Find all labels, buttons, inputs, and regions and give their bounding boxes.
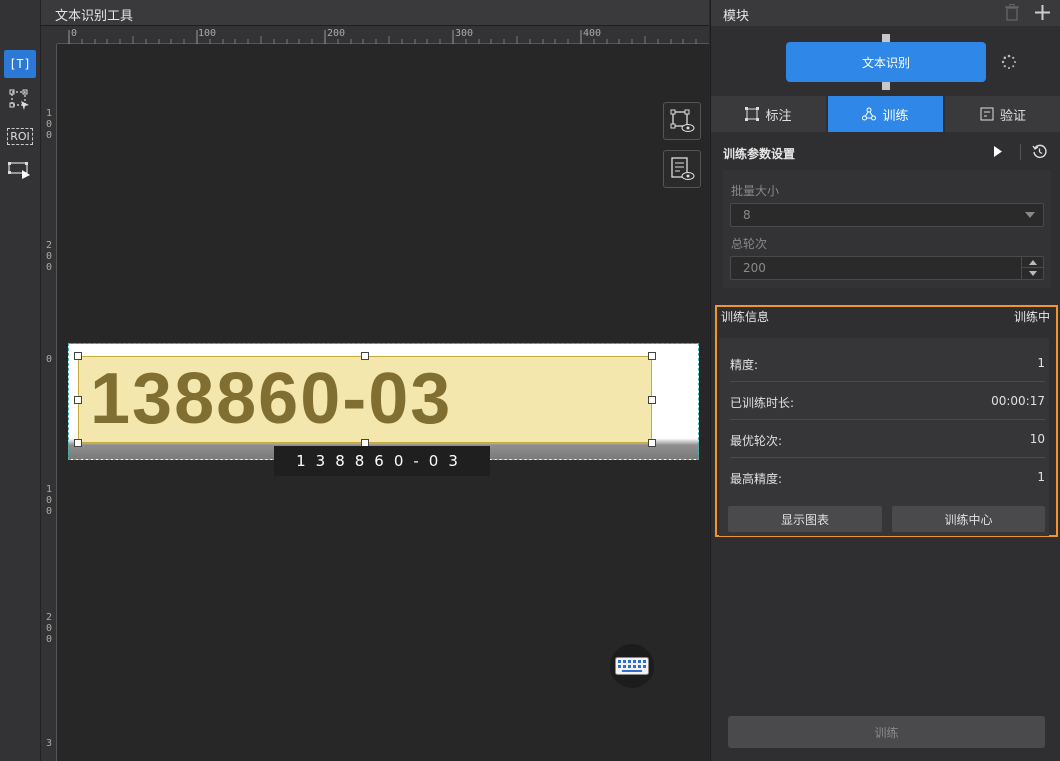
accuracy-value: 1 [1037,356,1045,370]
left-toolbar: [T] ROI [0,0,41,761]
info-row-best-accuracy: 最高精度: 1 [730,458,1045,496]
ruler-label-v: 100 [45,108,53,141]
resize-handle[interactable] [74,439,82,447]
module-button[interactable]: 文本识别 [786,42,986,82]
resize-handle[interactable] [361,352,369,360]
play-icon[interactable] [993,145,1003,158]
epochs-stepper[interactable] [1021,257,1043,279]
result-view-icon [671,157,695,180]
tab-annotate-label: 标注 [765,108,792,124]
resize-handle[interactable] [648,439,656,447]
add-icon[interactable] [1034,4,1051,21]
annotation-view-icon [670,109,695,132]
batch-size-select[interactable]: 8 [730,203,1044,227]
ruler-label-v: 0 [45,354,53,365]
best-epoch-label: 最优轮次: [730,434,783,448]
duration-label: 已训练时长: [730,396,795,410]
trash-icon[interactable] [1004,4,1020,21]
canvas-header: 文本识别工具 [41,0,709,26]
panel-tabs: 标注 训练 验证 [711,96,1060,132]
chevron-down-icon [1025,212,1035,218]
epochs-value: 200 [743,261,766,275]
annotation-view-button[interactable] [663,102,701,140]
tab-validate-label: 验证 [999,108,1026,124]
best-epoch-value: 10 [1029,432,1045,446]
accuracy-label: 精度: [730,358,759,372]
resize-handle[interactable] [648,396,656,404]
info-row-best-epoch: 最优轮次: 10 [730,420,1045,458]
annotate-icon [745,107,760,121]
ruler-left: 100 200 0 100 200 3 [41,44,57,761]
train-button[interactable]: 训练 [728,716,1045,748]
info-row-accuracy: 精度: 1 [730,344,1045,382]
module-connector-bottom [882,82,890,90]
polygon-tool-button[interactable] [4,86,36,114]
ruler-top-ticks [68,30,697,44]
panel-title: 模块 [723,9,750,24]
ocr-image-text: 138860-03 [90,359,453,439]
polygon-tool-icon [9,89,29,110]
train-icon [862,107,877,121]
panel-header: 模块 [711,0,1060,26]
right-panel: 模块 文本识别 标注 训练 验证 训练参数设置 批量大小 8 总轮次 200 训… [710,0,1060,761]
text-tool-icon: [T] [9,57,31,71]
best-accuracy-value: 1 [1037,470,1045,484]
roi-tool-icon: ROI [7,127,33,145]
canvas-title: 文本识别工具 [55,9,134,24]
loading-spinner-icon [1001,54,1016,69]
tab-annotate[interactable]: 标注 [711,96,826,132]
ruler-label-v: 200 [45,240,53,273]
run-tool-icon [8,162,30,179]
module-connector-top [882,34,890,42]
ruler-top: 0 100 200 300 400 [57,26,709,44]
ocr-result-label: 138860-03 [274,446,490,476]
ruler-label-v: 100 [45,484,53,517]
ruler-label-v: 3 [45,738,53,749]
epochs-label: 总轮次 [731,237,768,251]
run-tool-button[interactable] [4,156,36,184]
stepper-down-icon[interactable] [1029,271,1037,276]
validate-icon [980,107,994,121]
duration-value: 00:00:17 [991,394,1045,408]
keyboard-icon [615,657,649,675]
roi-tool-button[interactable]: ROI [4,122,36,150]
batch-size-label: 批量大小 [731,184,780,198]
divider [1020,144,1021,160]
best-accuracy-label: 最高精度: [730,472,783,486]
info-row-duration: 已训练时长: 00:00:17 [730,382,1045,420]
resize-handle[interactable] [74,352,82,360]
ruler-corner [41,26,57,44]
train-center-button[interactable]: 训练中心 [892,506,1045,532]
training-info-title: 训练信息 [721,310,770,324]
keyboard-button[interactable] [610,644,654,688]
resize-handle[interactable] [648,352,656,360]
params-section-title: 训练参数设置 [723,147,796,161]
training-status: 训练中 [1013,310,1050,324]
resize-handle[interactable] [74,396,82,404]
tab-train[interactable]: 训练 [828,96,943,132]
history-icon[interactable] [1032,144,1047,159]
stepper-up-icon[interactable] [1029,260,1037,265]
result-view-button[interactable] [663,150,701,188]
ruler-label-v: 200 [45,612,53,645]
text-tool-button[interactable]: [T] [4,50,36,78]
show-chart-button[interactable]: 显示图表 [728,506,882,532]
tab-train-label: 训练 [882,108,909,124]
batch-size-value: 8 [743,208,751,222]
epochs-input[interactable]: 200 [730,256,1044,280]
tab-validate[interactable]: 验证 [945,96,1060,132]
